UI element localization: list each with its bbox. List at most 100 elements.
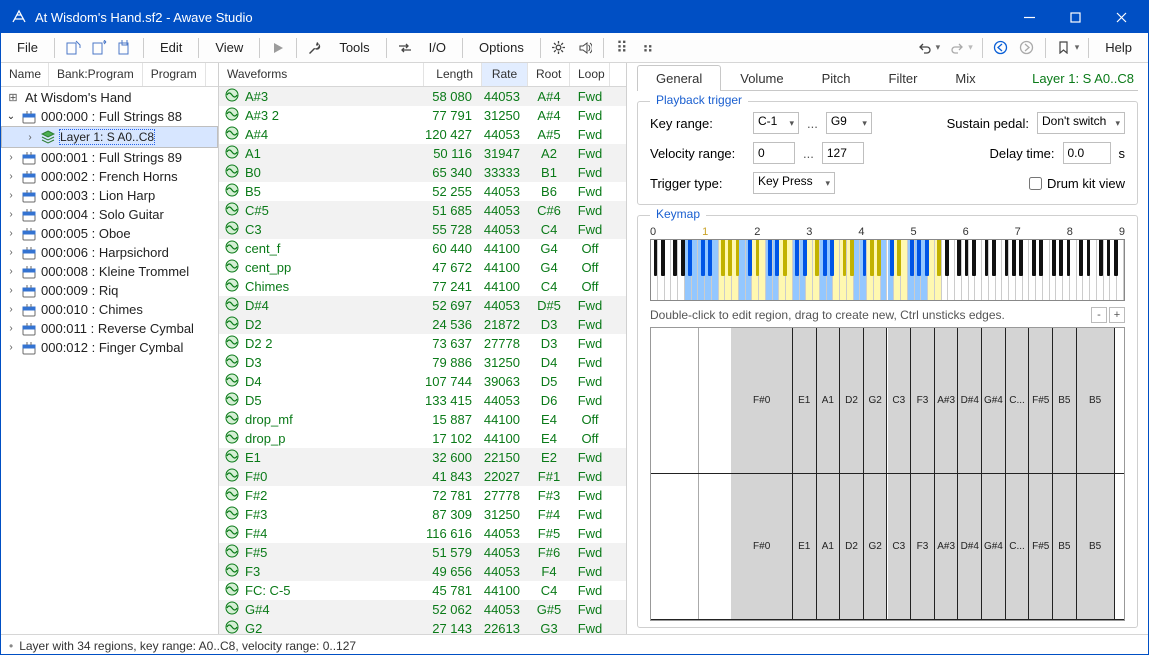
region-cell[interactable]: D#4 [958, 328, 982, 473]
piano-keyboard[interactable] [650, 239, 1125, 301]
region-cell[interactable]: D2 [840, 474, 864, 619]
region-cell[interactable]: F3 [911, 328, 935, 473]
waveform-row[interactable]: A#3 277 79131250A#4Fwd [219, 106, 626, 125]
col-loop[interactable]: Loop [570, 63, 610, 86]
tab-volume[interactable]: Volume [721, 65, 802, 91]
menu-options[interactable]: Options [469, 37, 534, 58]
col-length[interactable]: Length [424, 63, 482, 86]
play-icon[interactable] [266, 36, 290, 60]
waveform-row[interactable]: A#358 08044053A#4Fwd [219, 87, 626, 106]
tree-program[interactable]: ›000:008 : Kleine Trommel [1, 262, 218, 281]
select-keylow[interactable]: C-1 [753, 112, 799, 134]
waveform-row[interactable]: G#452 06244053G#5Fwd [219, 600, 626, 619]
col-waveforms[interactable]: Waveforms [219, 63, 424, 86]
toolbar-open-icon[interactable] [87, 36, 111, 60]
waveform-row[interactable]: F#272 78127778F#3Fwd [219, 486, 626, 505]
waveform-row[interactable]: D5133 41544053D6Fwd [219, 391, 626, 410]
zoom-out[interactable]: - [1091, 307, 1107, 323]
region-cell[interactable]: C... [1006, 328, 1030, 473]
minimize-button[interactable] [1006, 1, 1052, 33]
tree-program[interactable]: ›000:004 : Solo Guitar [1, 205, 218, 224]
waveform-row[interactable]: F#041 84322027F#1Fwd [219, 467, 626, 486]
chevron-right-icon[interactable]: › [5, 152, 17, 163]
waveform-row[interactable]: D#452 69744053D#5Fwd [219, 296, 626, 315]
chevron-right-icon[interactable]: › [5, 323, 17, 334]
region-cell[interactable]: E1 [793, 328, 817, 473]
region-cell[interactable]: F#5 [1029, 328, 1053, 473]
tree-program[interactable]: ›000:010 : Chimes [1, 300, 218, 319]
chevron-down-icon[interactable]: ⌄ [5, 111, 17, 122]
chevron-right-icon[interactable]: › [24, 132, 36, 143]
chevron-right-icon[interactable]: › [5, 285, 17, 296]
region-cell[interactable]: A#3 [935, 474, 959, 619]
input-vel-high[interactable] [822, 142, 864, 164]
waveform-row[interactable]: drop_p17 10244100E4Off [219, 429, 626, 448]
menu-file[interactable]: File [7, 37, 48, 58]
region-grid[interactable]: F#0E1A1D2G2C3F3A#3D#4G#4C...F#5B5B5F#0E1… [650, 327, 1125, 621]
nav-fwd-icon[interactable] [1015, 36, 1039, 60]
region-cell[interactable]: A1 [817, 328, 841, 473]
waveform-row[interactable]: G227 14322613G3Fwd [219, 619, 626, 634]
chevron-right-icon[interactable]: › [5, 304, 17, 315]
bookmark-icon[interactable] [1052, 36, 1076, 60]
chevron-right-icon[interactable]: › [5, 171, 17, 182]
maximize-button[interactable] [1052, 1, 1098, 33]
waveform-row[interactable]: D224 53621872D3Fwd [219, 315, 626, 334]
waveform-row[interactable]: cent_pp47 67244100G4Off [219, 258, 626, 277]
bookmark-dropdown[interactable]: ▾ [1075, 42, 1080, 53]
speaker-icon[interactable] [573, 36, 597, 60]
input-delay[interactable] [1063, 142, 1111, 164]
nav-back-icon[interactable] [989, 36, 1013, 60]
select-sustain[interactable]: Don't switch [1037, 112, 1125, 134]
tab-general[interactable]: General [637, 65, 721, 91]
select-keyhigh[interactable]: G9 [826, 112, 872, 134]
waveform-row[interactable]: C#551 68544053C#6Fwd [219, 201, 626, 220]
tree-col-bp[interactable]: Bank:Program [49, 63, 143, 86]
tree-col-name[interactable]: Name [1, 63, 49, 86]
region-cell[interactable]: A1 [817, 474, 841, 619]
chevron-right-icon[interactable]: › [5, 247, 17, 258]
waveform-row[interactable]: D2 273 63727778D3Fwd [219, 334, 626, 353]
region-cell[interactable]: B5 [1077, 474, 1115, 619]
waveform-row[interactable]: F#551 57944053F#6Fwd [219, 543, 626, 562]
undo-dropdown[interactable]: ▾ [936, 42, 941, 53]
tree-program[interactable]: ›000:002 : French Horns [1, 167, 218, 186]
col-root[interactable]: Root [528, 63, 570, 86]
menu-help[interactable]: Help [1095, 37, 1142, 58]
tree-program[interactable]: ›000:003 : Lion Harp [1, 186, 218, 205]
region-cell[interactable]: B5 [1053, 328, 1077, 473]
waveform-row[interactable]: cent_f60 44044100G4Off [219, 239, 626, 258]
menu-io[interactable]: I/O [419, 37, 456, 58]
region-cell[interactable]: F#0 [731, 474, 792, 619]
checkbox-drumkit[interactable]: Drum kit view [1029, 176, 1125, 191]
chevron-right-icon[interactable]: › [5, 209, 17, 220]
region-cell[interactable]: F#0 [731, 328, 792, 473]
gear-icon[interactable] [547, 36, 571, 60]
region-cell[interactable]: F#5 [1029, 474, 1053, 619]
menu-edit[interactable]: Edit [150, 37, 192, 58]
region-cell[interactable]: C3 [888, 474, 912, 619]
tree-layer[interactable]: ›Layer 1: S A0..C8 [1, 126, 218, 148]
waveform-row[interactable]: Chimes77 24144100C4Off [219, 277, 626, 296]
region-cell[interactable]: C3 [888, 328, 912, 473]
region-cell[interactable]: D#4 [958, 474, 982, 619]
waveform-row[interactable]: F349 65644053F4Fwd [219, 562, 626, 581]
waveform-row[interactable]: B552 25544053B6Fwd [219, 182, 626, 201]
waveform-row[interactable]: C355 72844053C4Fwd [219, 220, 626, 239]
toolbar-new-icon[interactable] [61, 36, 85, 60]
waveform-row[interactable]: D379 88631250D4Fwd [219, 353, 626, 372]
redo-icon[interactable] [945, 36, 969, 60]
io-arrows-icon[interactable] [393, 36, 417, 60]
chevron-right-icon[interactable]: › [5, 190, 17, 201]
region-cell[interactable]: F3 [911, 474, 935, 619]
region-cell[interactable]: B5 [1053, 474, 1077, 619]
tree-program[interactable]: ›000:011 : Reverse Cymbal [1, 319, 218, 338]
waveform-row[interactable]: F#4116 61644053F#5Fwd [219, 524, 626, 543]
region-cell[interactable]: G#4 [982, 474, 1006, 619]
region-cell[interactable]: B5 [1077, 328, 1115, 473]
select-trigger[interactable]: Key Press [753, 172, 835, 194]
region-cell[interactable]: A#3 [935, 328, 959, 473]
tree-program[interactable]: ›000:012 : Finger Cymbal [1, 338, 218, 357]
menu-tools[interactable]: Tools [329, 37, 379, 58]
waveform-row[interactable]: drop_mf15 88744100E4Off [219, 410, 626, 429]
